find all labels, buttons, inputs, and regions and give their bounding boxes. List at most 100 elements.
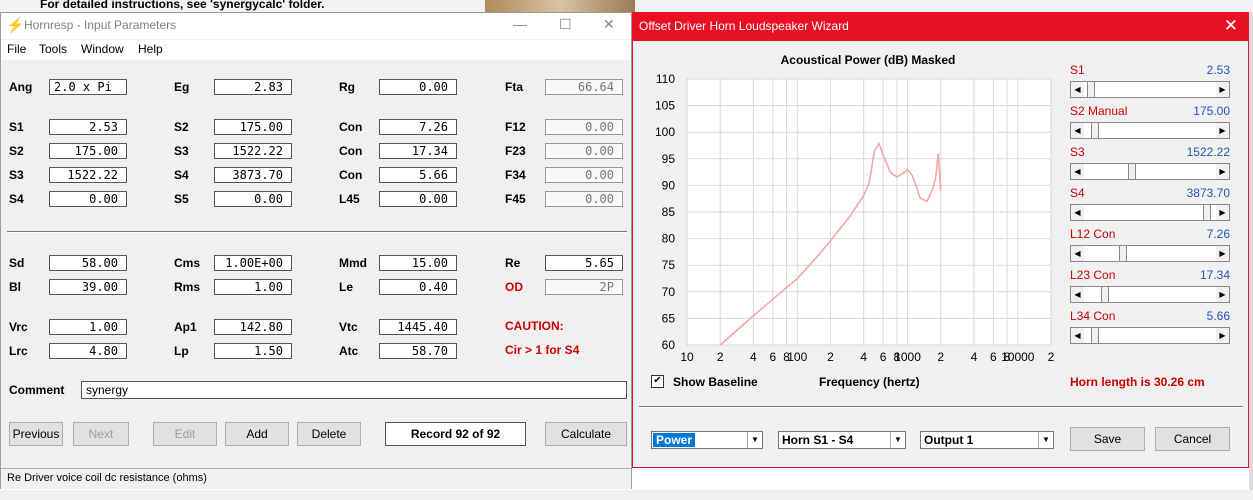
delete-button[interactable]: Delete — [297, 422, 361, 446]
mode-dropdown[interactable]: Power ▼ — [651, 431, 763, 449]
menu-bar: File Tools Window Help — [1, 40, 631, 60]
hornresp-titlebar[interactable]: ⚡ Hornresp - Input Parameters — ☐ ✕ — [1, 13, 631, 39]
x-tick-label: 6 — [990, 350, 997, 364]
edit-button[interactable]: Edit — [153, 422, 217, 446]
previous-button[interactable]: Previous — [9, 422, 63, 446]
param-field[interactable]: 1.00E+00 — [214, 255, 292, 271]
param-label: F45 — [505, 192, 526, 206]
x-tick-label: 1000 — [894, 350, 921, 364]
param-field[interactable]: 2.83 — [214, 79, 292, 95]
wizard-titlebar[interactable]: Offset Driver Horn Loudspeaker Wizard ✕ — [633, 13, 1248, 41]
save-button[interactable]: Save — [1070, 427, 1145, 451]
menu-file[interactable]: File — [7, 42, 26, 56]
show-baseline-label[interactable]: Show Baseline — [673, 375, 758, 389]
arrow-right-icon[interactable]: ▶ — [1216, 328, 1229, 343]
param-field[interactable]: 15.00 — [379, 255, 457, 271]
arrow-left-icon[interactable]: ◀ — [1071, 287, 1084, 302]
arrow-left-icon[interactable]: ◀ — [1071, 205, 1084, 220]
slider-thumb[interactable] — [1127, 164, 1136, 179]
slider-track[interactable]: ◀ ▶ — [1070, 327, 1230, 344]
slider-thumb[interactable] — [1119, 246, 1128, 261]
param-label: S2 — [174, 120, 189, 134]
comment-field[interactable]: synergy — [81, 381, 627, 399]
output-dropdown[interactable]: Output 1 ▼ — [920, 431, 1054, 449]
arrow-left-icon[interactable]: ◀ — [1071, 328, 1084, 343]
close-icon[interactable]: ✕ — [603, 16, 615, 33]
arrow-right-icon[interactable]: ▶ — [1216, 287, 1229, 302]
y-tick-label: 60 — [662, 338, 676, 352]
param-field[interactable]: 2.53 — [49, 119, 127, 135]
arrow-right-icon[interactable]: ▶ — [1216, 82, 1229, 97]
slider-thumb[interactable] — [1091, 123, 1100, 138]
slider-thumb[interactable] — [1203, 205, 1212, 220]
show-baseline-checkbox[interactable]: ✔ — [651, 375, 664, 388]
maximize-icon[interactable]: ☐ — [559, 16, 572, 33]
param-field[interactable]: 1445.40 — [379, 319, 457, 335]
add-button[interactable]: Add — [225, 422, 289, 446]
slider-track[interactable]: ◀ ▶ — [1070, 122, 1230, 139]
param-field[interactable]: 1.50 — [214, 343, 292, 359]
param-label: F23 — [505, 144, 526, 158]
arrow-left-icon[interactable]: ◀ — [1071, 123, 1084, 138]
menu-window[interactable]: Window — [81, 42, 124, 56]
minimize-icon[interactable]: — — [513, 16, 527, 32]
slider-track[interactable]: ◀ ▶ — [1070, 286, 1230, 303]
slider-value: 17.34 — [1199, 268, 1230, 282]
param-field[interactable]: 0.00 — [49, 191, 127, 207]
slider-track[interactable]: ◀ ▶ — [1070, 245, 1230, 262]
arrow-left-icon[interactable]: ◀ — [1071, 246, 1084, 261]
slider-track[interactable]: ◀ ▶ — [1070, 163, 1230, 180]
arrow-right-icon[interactable]: ▶ — [1216, 123, 1229, 138]
slider-thumb[interactable] — [1087, 82, 1096, 97]
param-label: Vrc — [9, 320, 28, 334]
arrow-left-icon[interactable]: ◀ — [1071, 82, 1084, 97]
menu-tools[interactable]: Tools — [39, 42, 67, 56]
x-tick-label: 4 — [860, 350, 867, 364]
slider-track[interactable]: ◀ ▶ — [1070, 81, 1230, 98]
horn-dropdown[interactable]: Horn S1 - S4 ▼ — [778, 431, 906, 449]
cancel-button[interactable]: Cancel — [1155, 427, 1230, 451]
param-field[interactable]: 175.00 — [214, 119, 292, 135]
param-field[interactable]: 1522.22 — [49, 167, 127, 183]
param-field[interactable]: 0.40 — [379, 279, 457, 295]
section-divider — [7, 231, 627, 233]
arrow-left-icon[interactable]: ◀ — [1071, 164, 1084, 179]
param-field[interactable]: 175.00 — [49, 143, 127, 159]
param-field[interactable]: 17.34 — [379, 143, 457, 159]
param-field[interactable]: 0.00 — [379, 79, 457, 95]
param-field[interactable]: 0.00 — [214, 191, 292, 207]
param-field[interactable]: 58.70 — [379, 343, 457, 359]
slider-thumb[interactable] — [1091, 328, 1100, 343]
param-label: OD — [505, 280, 523, 294]
next-button[interactable]: Next — [73, 422, 129, 446]
menu-help[interactable]: Help — [138, 42, 163, 56]
horn-length-text: Horn length is 30.26 cm — [1070, 375, 1205, 389]
param-field[interactable]: 1.00 — [49, 319, 127, 335]
chevron-down-icon: ▼ — [890, 432, 905, 448]
param-field[interactable]: 2.0 x Pi — [49, 79, 127, 95]
param-field[interactable]: 58.00 — [49, 255, 127, 271]
slider-track[interactable]: ◀ ▶ — [1070, 204, 1230, 221]
x-axis-label: Frequency (hertz) — [819, 375, 920, 389]
slider-thumb[interactable] — [1100, 287, 1109, 302]
wizard-close-icon[interactable]: ✕ — [1224, 16, 1238, 36]
arrow-right-icon[interactable]: ▶ — [1216, 164, 1229, 179]
background-photo — [485, 0, 635, 12]
param-label: Con — [339, 144, 363, 158]
param-field[interactable]: 142.80 — [214, 319, 292, 335]
calculate-button[interactable]: Calculate — [545, 422, 627, 446]
arrow-right-icon[interactable]: ▶ — [1216, 205, 1229, 220]
param-field[interactable]: 5.65 — [545, 255, 623, 271]
param-field[interactable]: 1522.22 — [214, 143, 292, 159]
param-field[interactable]: 5.66 — [379, 167, 457, 183]
slider-label: L23 Con — [1070, 268, 1116, 282]
arrow-right-icon[interactable]: ▶ — [1216, 246, 1229, 261]
param-field[interactable]: 7.26 — [379, 119, 457, 135]
param-label: Con — [339, 168, 363, 182]
param-field[interactable]: 1.00 — [214, 279, 292, 295]
param-field[interactable]: 0.00 — [379, 191, 457, 207]
param-label: Re — [505, 256, 521, 270]
param-field[interactable]: 3873.70 — [214, 167, 292, 183]
param-field[interactable]: 4.80 — [49, 343, 127, 359]
param-field[interactable]: 39.00 — [49, 279, 127, 295]
